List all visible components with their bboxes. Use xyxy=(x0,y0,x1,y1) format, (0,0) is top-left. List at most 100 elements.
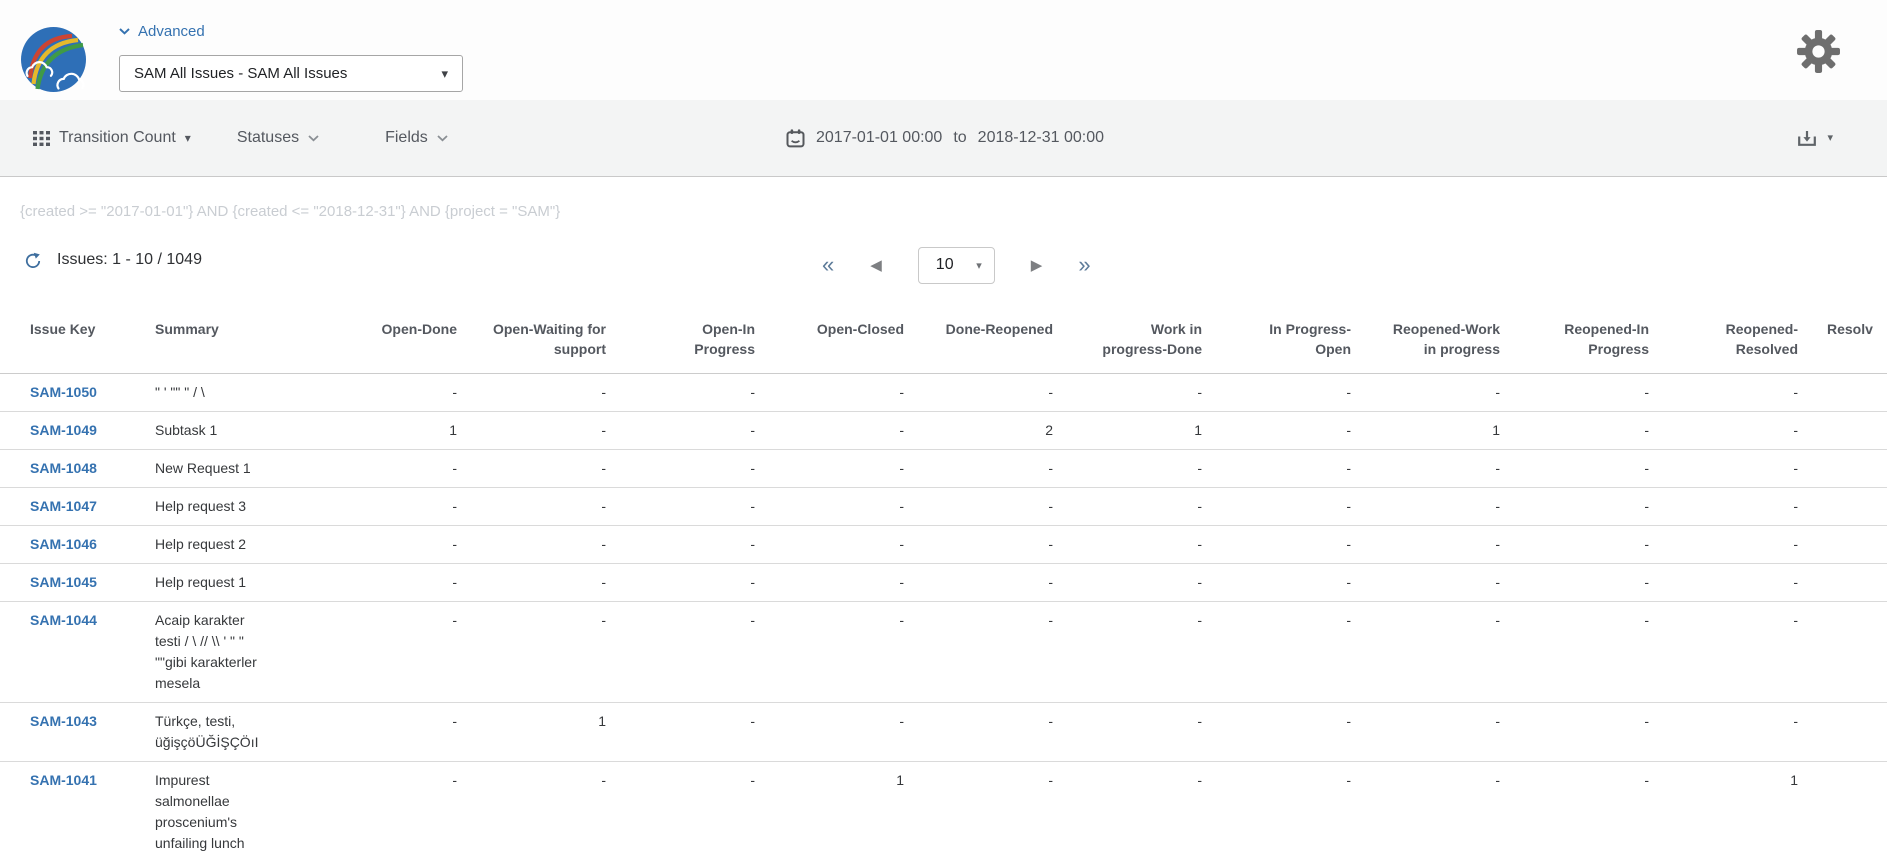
transition-count-cell: - xyxy=(908,564,1057,602)
settings-button[interactable] xyxy=(1796,29,1841,79)
table-row: SAM-1047Help request 3---------- xyxy=(0,488,1887,526)
table-row: SAM-1041 Impurest salmonellae proscenium'… xyxy=(0,762,1887,862)
table-row: SAM-1048New Request 1---------- xyxy=(0,450,1887,488)
transition-count-cell: - xyxy=(1057,564,1206,602)
transition-count-cell: - xyxy=(759,564,908,602)
transition-count-cell: - xyxy=(908,450,1057,488)
transition-count-cell: - xyxy=(1355,488,1504,526)
transition-count-cell: 1 xyxy=(1653,762,1802,862)
issue-key-link[interactable]: SAM-1043 xyxy=(30,713,97,729)
table-row: SAM-1043Türkçe, testi, üğişçöÜĞİŞÇÖıI-1-… xyxy=(0,703,1887,762)
transition-count-cell: - xyxy=(610,374,759,412)
page-size-value: 10 xyxy=(936,256,954,274)
column-header: Work in progress-Done xyxy=(1057,311,1206,374)
transition-count-cell: - xyxy=(610,602,759,703)
transition-count-cell: - xyxy=(461,526,610,564)
transition-count-cell: 1 xyxy=(461,703,610,762)
transition-count-cell: - xyxy=(759,450,908,488)
issue-summary: New Request 1 xyxy=(155,458,261,479)
column-header: Done-Reopened xyxy=(908,311,1057,374)
gear-icon xyxy=(1796,29,1841,74)
transition-count-cell: - xyxy=(1206,602,1355,703)
transition-count-cell: - xyxy=(1057,762,1206,862)
statuses-dropdown[interactable]: Statuses xyxy=(237,129,319,147)
column-header: Open-In Progress xyxy=(610,311,759,374)
issue-summary: Help request 1 xyxy=(155,572,261,593)
issue-key-link[interactable]: SAM-1050 xyxy=(30,384,97,400)
transition-count-cell: - xyxy=(610,488,759,526)
transition-count-cell: - xyxy=(461,412,610,450)
transition-count-cell: - xyxy=(1653,450,1802,488)
saved-filter-select[interactable]: SAM All Issues - SAM All Issues ▾ xyxy=(119,55,463,92)
transition-count-cell: - xyxy=(908,762,1057,862)
transition-count-cell: 1 xyxy=(1057,412,1206,450)
next-page-button[interactable]: ▶ xyxy=(1031,258,1043,273)
transition-count-cell: - xyxy=(1653,412,1802,450)
export-download-icon xyxy=(1797,130,1817,147)
column-header: Open-Closed xyxy=(759,311,908,374)
column-header: Open-Done xyxy=(312,311,461,374)
date-range-picker[interactable]: 2017-01-01 00:00 to 2018-12-31 00:00 xyxy=(786,100,1104,176)
refresh-button[interactable] xyxy=(24,252,42,270)
issues-table: Issue KeySummaryOpen-DoneOpen-Waiting fo… xyxy=(0,311,1887,862)
transition-count-cell: - xyxy=(908,526,1057,564)
transition-count-cell: - xyxy=(1057,526,1206,564)
transition-count-cell: - xyxy=(759,526,908,564)
column-header: Summary xyxy=(145,311,312,374)
clipped-cell xyxy=(1802,374,1887,412)
previous-page-button[interactable]: ◀ xyxy=(870,258,882,273)
transition-count-cell: - xyxy=(312,450,461,488)
query-row: {created >= "2017-01-01"} AND {created <… xyxy=(0,177,1887,221)
column-header: Open-Waiting for support xyxy=(461,311,610,374)
issue-key-link[interactable]: SAM-1047 xyxy=(30,498,97,514)
table-row: SAM-1045Help request 1---------- xyxy=(0,564,1887,602)
transition-count-cell: 1 xyxy=(1355,412,1504,450)
refresh-icon xyxy=(24,252,42,270)
issue-key-link[interactable]: SAM-1041 xyxy=(30,772,97,788)
results-row: Issues: 1 - 10 / 1049 « ◀ 10 ▾ ▶ » xyxy=(0,243,1887,287)
transition-count-cell: - xyxy=(908,602,1057,703)
page-size-select[interactable]: 10 ▾ xyxy=(918,247,995,284)
transition-count-cell: - xyxy=(312,488,461,526)
issue-key-link[interactable]: SAM-1045 xyxy=(30,574,97,590)
issue-key-link[interactable]: SAM-1048 xyxy=(30,460,97,476)
transition-count-cell: - xyxy=(759,374,908,412)
date-to: 2018-12-31 00:00 xyxy=(978,129,1104,147)
transition-count-cell: 1 xyxy=(312,412,461,450)
metric-dropdown[interactable]: Transition Count ▾ xyxy=(33,129,191,147)
table-row: SAM-1050" ' "" " / \---------- xyxy=(0,374,1887,412)
fields-dropdown[interactable]: Fields xyxy=(385,129,448,147)
transition-count-cell: - xyxy=(312,703,461,762)
transition-count-cell: - xyxy=(1504,602,1653,703)
caret-down-icon: ▾ xyxy=(441,67,448,80)
issue-key-link[interactable]: SAM-1044 xyxy=(30,612,97,628)
transition-count-cell: - xyxy=(461,488,610,526)
transition-count-cell: - xyxy=(908,703,1057,762)
column-header: Resolv xyxy=(1802,311,1887,374)
last-page-button[interactable]: » xyxy=(1078,254,1090,276)
transition-count-cell: - xyxy=(1057,602,1206,703)
first-page-button[interactable]: « xyxy=(822,254,834,276)
transition-count-cell: - xyxy=(1355,703,1504,762)
top-header: Advanced SAM All Issues - SAM All Issues… xyxy=(0,0,1887,100)
advanced-toggle[interactable]: Advanced xyxy=(119,23,205,40)
column-header: Issue Key xyxy=(0,311,145,374)
pagination: « ◀ 10 ▾ ▶ » xyxy=(822,243,1091,287)
transition-count-cell: - xyxy=(1206,488,1355,526)
clipped-cell xyxy=(1802,703,1887,762)
calendar-icon xyxy=(786,129,805,148)
issue-summary: Impurest salmonellae proscenium's unfail… xyxy=(155,770,261,854)
transition-count-cell: - xyxy=(1206,762,1355,862)
issue-key-link[interactable]: SAM-1049 xyxy=(30,422,97,438)
issue-key-link[interactable]: SAM-1046 xyxy=(30,536,97,552)
table-row: SAM-1049Subtask 11---21-1-- xyxy=(0,412,1887,450)
transition-count-cell: - xyxy=(1504,526,1653,564)
transition-count-cell: - xyxy=(1504,374,1653,412)
transition-count-cell: - xyxy=(1057,488,1206,526)
clipped-cell xyxy=(1802,762,1887,862)
clipped-cell xyxy=(1802,412,1887,450)
export-button[interactable]: ▾ xyxy=(1797,100,1833,176)
metric-label: Transition Count xyxy=(59,129,176,147)
app-logo xyxy=(20,26,87,93)
issues-count: Issues: 1 - 10 / 1049 xyxy=(57,251,202,269)
